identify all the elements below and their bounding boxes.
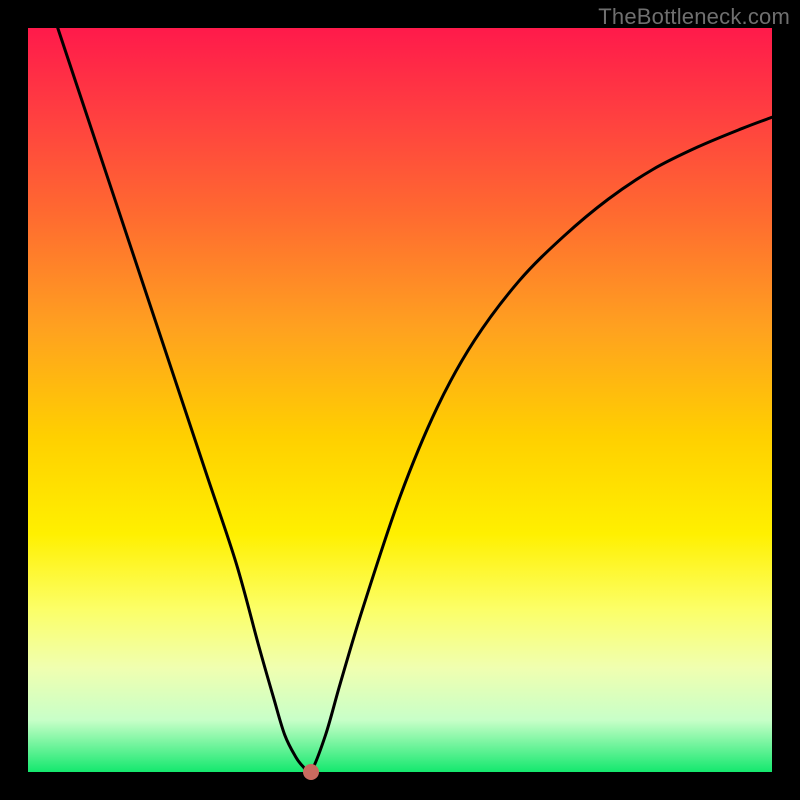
watermark-text: TheBottleneck.com: [598, 4, 790, 30]
bottleneck-curve: [28, 28, 772, 772]
chart-stage: TheBottleneck.com: [0, 0, 800, 800]
optimal-point-marker: [303, 764, 319, 780]
plot-area: [28, 28, 772, 772]
